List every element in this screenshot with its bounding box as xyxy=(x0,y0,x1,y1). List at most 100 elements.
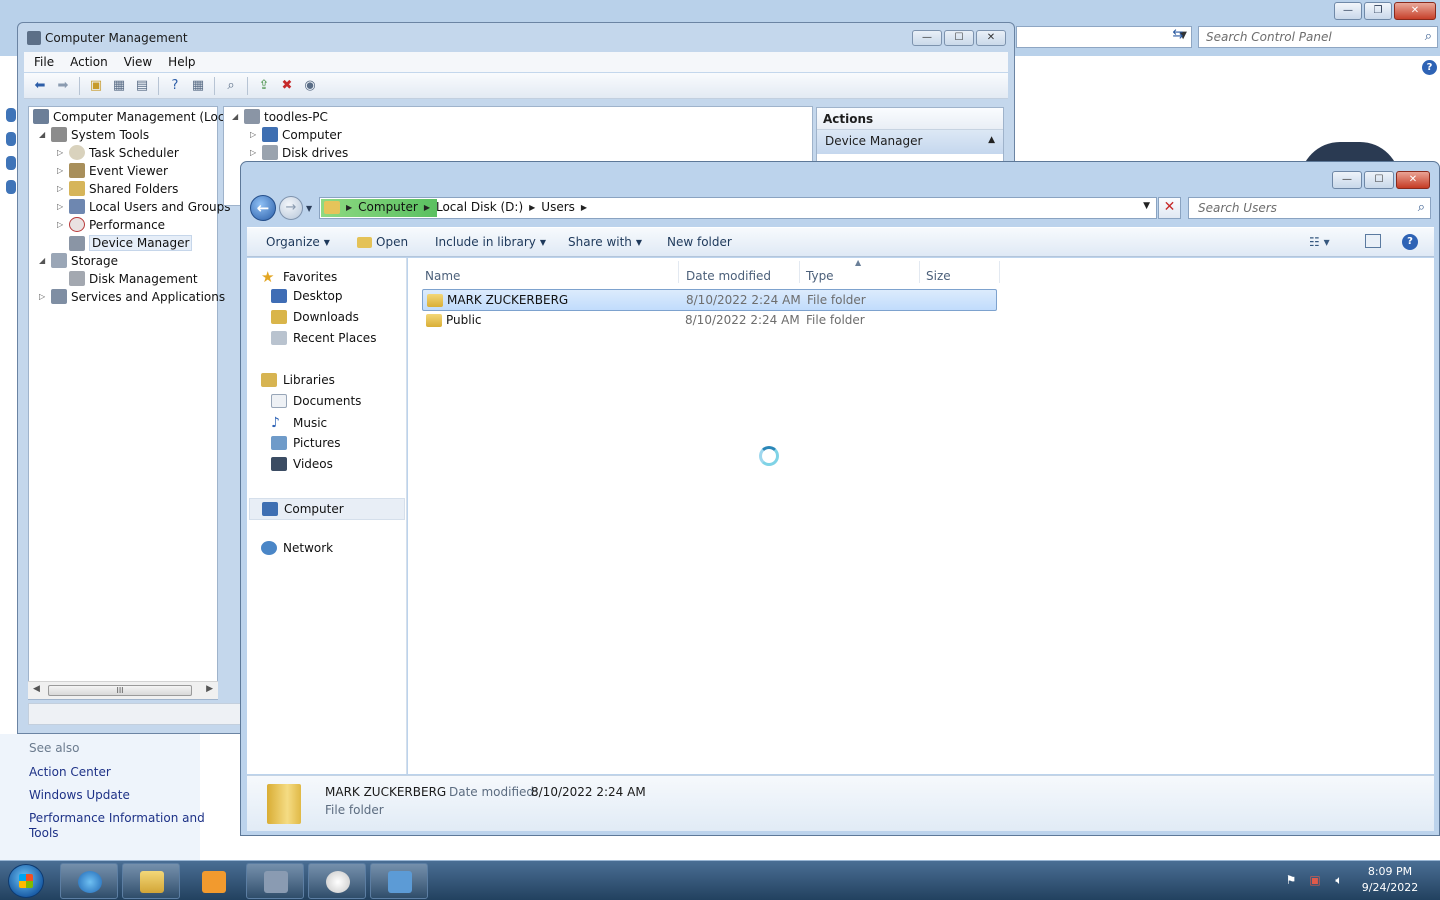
uninstall-icon[interactable]: ✖ xyxy=(277,77,297,95)
taskbar-computer-management[interactable] xyxy=(246,863,304,899)
nav-downloads[interactable]: Downloads xyxy=(271,310,359,324)
expand-icon[interactable]: ▷ xyxy=(250,148,258,157)
show-hide-tree-icon[interactable]: ▦ xyxy=(109,77,129,95)
expand-icon[interactable]: ▷ xyxy=(57,202,65,211)
nav-favorites[interactable]: ★ Favorites xyxy=(261,268,337,286)
organize-button[interactable]: Organize ▼ xyxy=(266,235,330,249)
include-in-library-button[interactable]: Include in library ▼ xyxy=(435,235,546,249)
column-separator[interactable] xyxy=(999,261,1000,283)
system-clock[interactable]: 8:09 PM 9/24/2022 xyxy=(1350,864,1430,896)
tree-device-manager[interactable]: Device Manager xyxy=(69,235,193,251)
search-icon[interactable]: ⌕ xyxy=(1418,200,1425,215)
device-tree-disk-drives[interactable]: ▷ Disk drives xyxy=(250,145,348,160)
taskbar-media-player[interactable] xyxy=(184,863,240,899)
taskbar-internet-explorer[interactable] xyxy=(60,863,118,899)
column-separator[interactable] xyxy=(678,261,679,283)
taskbar-windows-explorer[interactable] xyxy=(122,863,180,899)
start-button[interactable] xyxy=(8,864,44,898)
recent-pages-dropdown[interactable]: ▼ xyxy=(306,204,312,213)
collapse-icon[interactable]: ◢ xyxy=(39,130,47,139)
back-arrow-icon[interactable]: ⬅ xyxy=(30,77,50,95)
close-button[interactable]: ✕ xyxy=(976,30,1006,46)
chevron-down-icon[interactable]: ▼ xyxy=(1143,201,1150,211)
chevron-right-icon[interactable]: ▶ xyxy=(424,203,430,212)
update-driver-icon[interactable]: ⇪ xyxy=(254,77,274,95)
minimize-button[interactable]: — xyxy=(1332,171,1362,189)
expand-icon[interactable]: ▷ xyxy=(57,148,65,157)
expand-icon[interactable]: ▷ xyxy=(39,292,47,301)
open-button[interactable]: Open xyxy=(357,235,408,249)
expand-icon[interactable]: ▷ xyxy=(57,166,65,175)
maximize-button[interactable]: ☐ xyxy=(944,30,974,46)
breadcrumb-local-disk[interactable]: Local Disk (D:) xyxy=(436,200,523,214)
search-input[interactable]: Search Users ⌕ xyxy=(1188,197,1431,219)
up-folder-icon[interactable]: ▣ xyxy=(86,77,106,95)
column-date-modified[interactable]: Date modified xyxy=(686,269,771,283)
tree-task-scheduler[interactable]: ▷ Task Scheduler xyxy=(57,145,179,160)
horizontal-scrollbar[interactable]: ◀ III ▶ xyxy=(28,681,218,699)
help-icon[interactable]: ? xyxy=(1402,234,1418,250)
tree-local-users[interactable]: ▷ Local Users and Groups xyxy=(57,199,231,214)
windows-update-link[interactable]: Windows Update xyxy=(29,788,130,803)
collapse-icon[interactable]: ◢ xyxy=(39,256,47,265)
tree-storage[interactable]: ◢ Storage xyxy=(39,253,118,268)
file-row[interactable]: MARK ZUCKERBERG 8/10/2022 2:24 AM File f… xyxy=(422,289,997,311)
column-type[interactable]: Type xyxy=(806,269,834,283)
minimize-button[interactable]: — xyxy=(912,30,942,46)
control-panel-search-input[interactable]: Search Control Panel ⌕ xyxy=(1198,26,1438,48)
tree-root[interactable]: Computer Management (Local xyxy=(33,109,235,124)
tree-performance[interactable]: ▷ Performance xyxy=(57,217,165,232)
column-size[interactable]: Size xyxy=(926,269,951,283)
performance-information-link-cont[interactable]: Tools xyxy=(29,826,59,841)
taskbar-control-panel[interactable] xyxy=(370,863,428,899)
restore-button[interactable]: ❐ xyxy=(1364,2,1392,20)
help-icon[interactable]: ? xyxy=(1422,60,1437,75)
nav-recent-places[interactable]: Recent Places xyxy=(271,331,376,345)
nav-music[interactable]: ♪ Music xyxy=(271,415,327,431)
tree-disk-management[interactable]: Disk Management xyxy=(69,271,198,286)
action-pane-icon[interactable]: ▦ xyxy=(188,77,208,95)
breadcrumb-users[interactable]: Users xyxy=(541,200,575,214)
enable-device-icon[interactable]: ◉ xyxy=(300,77,320,95)
scroll-right-icon[interactable]: ▶ xyxy=(206,684,213,694)
menu-file[interactable]: File xyxy=(34,55,54,69)
tree-system-tools[interactable]: ◢ System Tools xyxy=(39,127,149,142)
tree-services[interactable]: ▷ Services and Applications xyxy=(39,289,225,304)
tree-shared-folders[interactable]: ▷ Shared Folders xyxy=(57,181,178,196)
actions-device-manager[interactable]: Device Manager ▲ xyxy=(817,130,1003,154)
refresh-icon[interactable]: ⇆ xyxy=(1166,27,1190,47)
nav-libraries[interactable]: Libraries xyxy=(261,373,335,387)
nav-desktop[interactable]: Desktop xyxy=(271,289,343,303)
file-row[interactable]: Public 8/10/2022 2:24 AM File folder xyxy=(422,310,997,332)
action-center-link[interactable]: Action Center xyxy=(29,765,111,780)
help-icon[interactable]: ? xyxy=(165,77,185,95)
forward-arrow-icon[interactable]: ➡ xyxy=(53,77,73,95)
menu-help[interactable]: Help xyxy=(168,55,195,69)
device-tree-root[interactable]: ◢ toodles-PC xyxy=(232,109,328,124)
stop-button[interactable]: ✕ xyxy=(1158,197,1181,219)
volume-icon[interactable]: 🔈︎ xyxy=(1332,873,1346,887)
scan-hardware-icon[interactable]: ⌕ xyxy=(221,77,241,95)
menu-action[interactable]: Action xyxy=(70,55,108,69)
change-view-icon[interactable]: ☷ ▾ xyxy=(1309,235,1330,249)
close-button[interactable]: ✕ xyxy=(1394,2,1436,20)
tree-event-viewer[interactable]: ▷ Event Viewer xyxy=(57,163,168,178)
forward-button[interactable]: → xyxy=(279,196,303,220)
taskbar-disc-app[interactable] xyxy=(308,863,366,899)
column-name[interactable]: Name xyxy=(425,269,460,283)
chevron-right-icon[interactable]: ▶ xyxy=(346,203,352,212)
close-button[interactable]: ✕ xyxy=(1396,171,1430,189)
breadcrumb-computer[interactable]: Computer xyxy=(358,200,418,214)
menu-view[interactable]: View xyxy=(124,55,152,69)
expand-icon[interactable]: ▷ xyxy=(57,184,65,193)
scrollbar-thumb[interactable]: III xyxy=(48,685,192,696)
network-warning-icon[interactable]: ▣ xyxy=(1308,873,1322,887)
collapse-up-icon[interactable]: ▲ xyxy=(988,135,995,145)
nav-documents[interactable]: Documents xyxy=(271,394,361,408)
scroll-left-icon[interactable]: ◀ xyxy=(33,684,40,694)
expand-icon[interactable]: ▷ xyxy=(57,220,65,229)
preview-pane-icon[interactable] xyxy=(1365,234,1381,248)
expand-icon[interactable]: ▷ xyxy=(250,130,258,139)
share-with-button[interactable]: Share with ▼ xyxy=(568,235,642,249)
action-center-flag-icon[interactable]: ⚑ xyxy=(1284,873,1298,887)
